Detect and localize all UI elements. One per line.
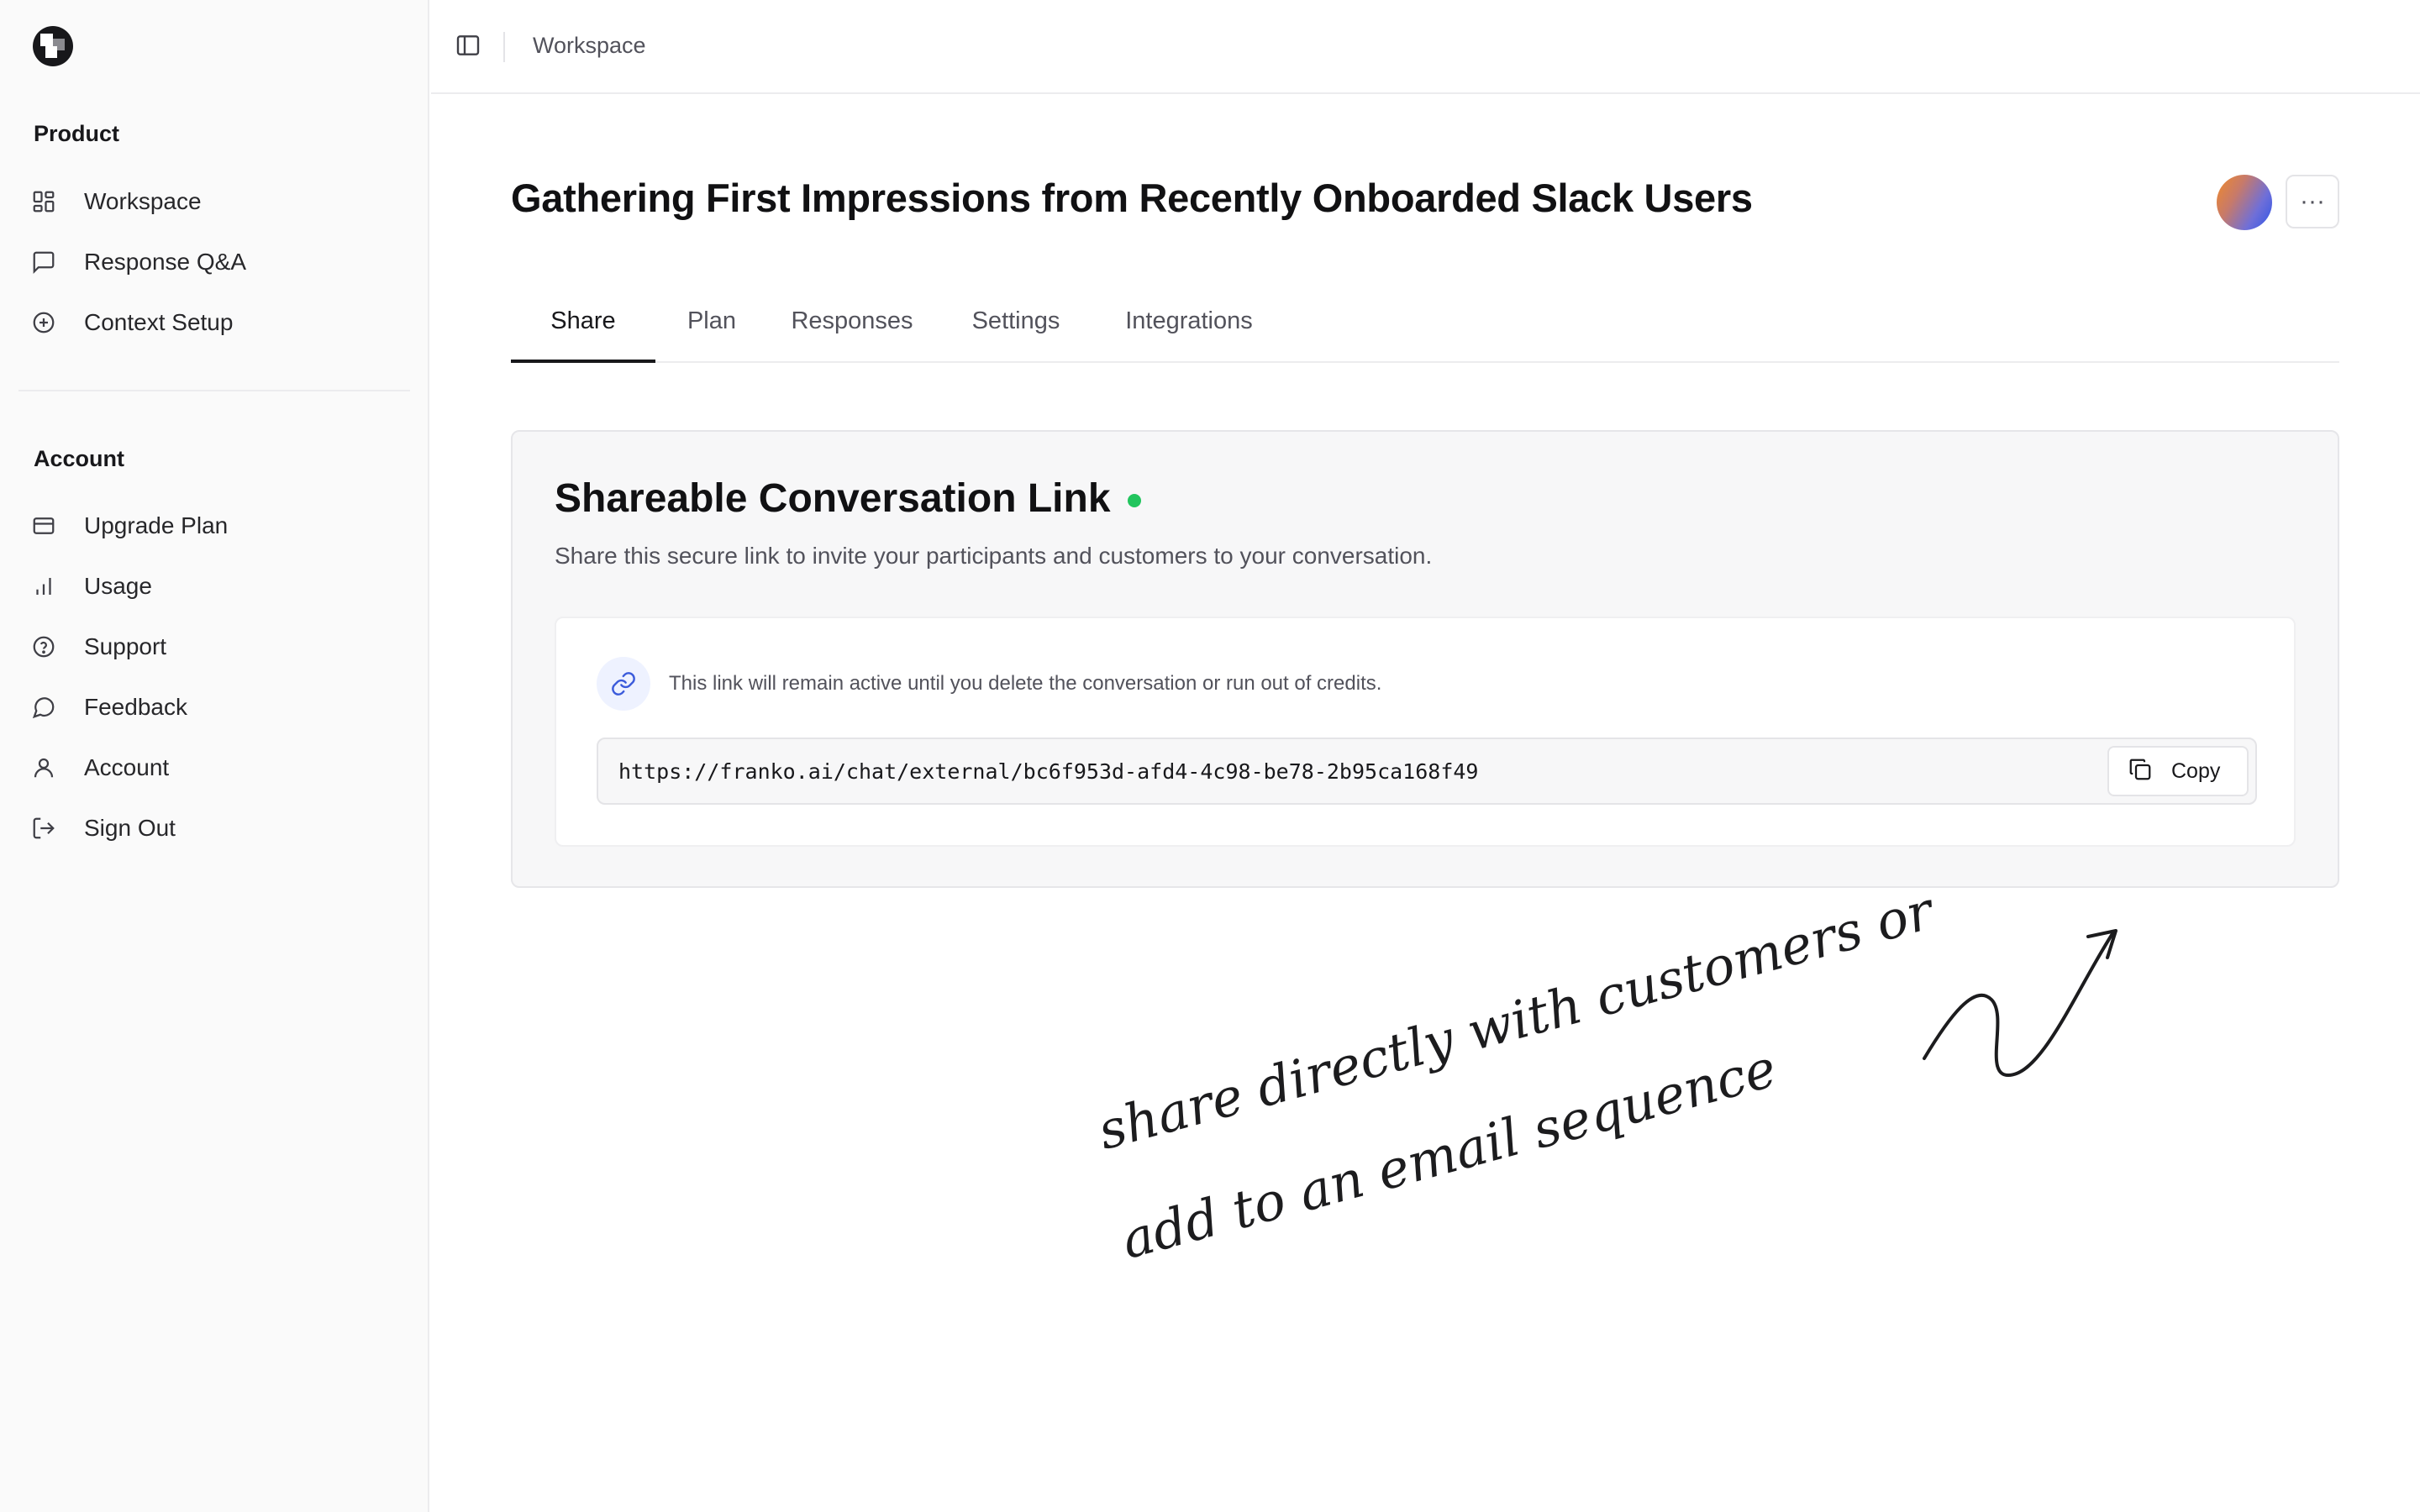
message-circle-icon (22, 695, 66, 720)
page-title: Gathering First Impressions from Recentl… (511, 176, 1753, 220)
sidebar-item-label: Account (84, 754, 170, 780)
topbar: Workspace (431, 0, 2420, 94)
sidebar-item-context-setup[interactable]: Context Setup (18, 297, 410, 348)
tab-plan[interactable]: Plan (672, 286, 751, 363)
sidebar: Product Workspace Response Q&A Context S… (0, 0, 429, 1512)
card-title-text: Shareable Conversation Link (555, 476, 1111, 521)
more-horizontal-icon: ··· (2300, 187, 2325, 215)
sidebar-divider (18, 390, 410, 391)
sidebar-item-account[interactable]: Account (18, 743, 410, 793)
sidebar-item-label: Workspace (84, 188, 202, 214)
card-description: Share this secure link to invite your pa… (555, 543, 1433, 569)
sidebar-item-label: Response Q&A (84, 249, 246, 275)
link-icon (597, 657, 650, 711)
sidebar-item-workspace[interactable]: Workspace (18, 176, 410, 227)
help-circle-icon (22, 634, 66, 659)
sidebar-item-feedback[interactable]: Feedback (18, 682, 410, 732)
bar-chart-icon (22, 574, 66, 599)
breadcrumb[interactable]: Workspace (533, 33, 646, 59)
sidebar-item-label: Context Setup (84, 309, 234, 335)
tab-settings[interactable]: Settings (953, 286, 1079, 363)
sidebar-item-label: Usage (84, 573, 152, 599)
product-section-title: Product (34, 121, 120, 146)
grid-icon (22, 189, 66, 214)
copy-button-label: Copy (2171, 759, 2221, 783)
logo[interactable] (32, 25, 74, 67)
tab-bar: Share Plan Responses Settings Integratio… (511, 286, 2339, 363)
sidebar-item-label: Upgrade Plan (84, 512, 229, 538)
tab-share[interactable]: Share (511, 286, 655, 363)
sidebar-item-sign-out[interactable]: Sign Out (18, 803, 410, 853)
sidebar-toggle-button[interactable] (451, 30, 485, 64)
message-square-icon (22, 249, 66, 275)
log-out-icon (22, 816, 66, 841)
status-dot (1127, 493, 1141, 507)
sidebar-item-support[interactable]: Support (18, 622, 410, 672)
tab-responses[interactable]: Responses (776, 286, 928, 363)
copy-button[interactable]: Copy (2107, 746, 2249, 796)
panel-left-icon (455, 32, 481, 63)
sidebar-item-upgrade-plan[interactable]: Upgrade Plan (18, 501, 410, 551)
user-icon (22, 755, 66, 780)
card-title: Shareable Conversation Link (555, 475, 1141, 522)
link-panel: This link will remain active until you d… (555, 617, 2296, 847)
plus-circle-icon (22, 310, 66, 335)
share-card: Shareable Conversation Link Share this s… (511, 430, 2339, 888)
more-options-button[interactable]: ··· (2286, 175, 2339, 228)
sidebar-item-response-qa[interactable]: Response Q&A (18, 237, 410, 287)
share-url-field[interactable]: https://franko.ai/chat/external/bc6f953d… (597, 738, 2257, 805)
account-section-title: Account (34, 446, 124, 471)
sidebar-item-label: Sign Out (84, 815, 176, 841)
avatar[interactable] (2217, 175, 2272, 230)
sidebar-item-usage[interactable]: Usage (18, 561, 410, 612)
sidebar-item-label: Support (84, 633, 167, 659)
handwritten-annotation: share directly with customers or add to … (1050, 879, 2143, 1394)
sidebar-item-label: Feedback (84, 694, 187, 720)
link-notice: This link will remain active until you d… (669, 672, 1382, 695)
copy-icon (2109, 757, 2153, 786)
arrow-icon (1923, 929, 2118, 1077)
credit-card-icon (22, 513, 66, 538)
tab-integrations[interactable]: Integrations (1104, 286, 1274, 363)
topbar-separator (503, 32, 505, 62)
share-url-text[interactable]: https://franko.ai/chat/external/bc6f953d… (618, 759, 1479, 784)
